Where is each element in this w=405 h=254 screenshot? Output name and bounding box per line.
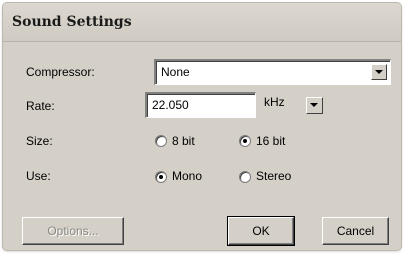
- cancel-button[interactable]: Cancel: [322, 217, 389, 245]
- rate-dropdown-button[interactable]: [306, 97, 323, 114]
- rate-label: Rate:: [26, 99, 55, 113]
- use-label: Use:: [26, 169, 51, 183]
- rate-input[interactable]: 22.050: [145, 92, 256, 118]
- use-option-stereo: Stereo: [256, 169, 292, 183]
- rate-unit: kHz: [264, 95, 285, 109]
- size-label: Size:: [26, 134, 53, 148]
- chevron-down-icon[interactable]: [371, 64, 387, 80]
- radio-size-8bit[interactable]: [155, 135, 167, 147]
- compressor-label: Compressor:: [26, 65, 95, 79]
- radio-size-16bit[interactable]: [239, 135, 251, 147]
- ok-button[interactable]: OK: [227, 216, 295, 246]
- size-option-8bit: 8 bit: [172, 134, 195, 148]
- size-option-16bit: 16 bit: [256, 134, 286, 148]
- use-option-mono: Mono: [172, 169, 203, 183]
- title-bar[interactable]: Sound Settings: [3, 3, 401, 42]
- dialog-title: Sound Settings: [12, 14, 132, 30]
- sound-settings-dialog: Sound Settings Compressor: None Rate: 22…: [3, 3, 401, 250]
- radio-use-stereo[interactable]: [239, 171, 251, 183]
- compressor-select[interactable]: None: [154, 59, 391, 85]
- radio-use-mono[interactable]: [155, 171, 167, 183]
- compressor-value: None: [161, 65, 190, 79]
- options-button[interactable]: Options...: [22, 217, 124, 245]
- rate-value: 22.050: [152, 98, 189, 112]
